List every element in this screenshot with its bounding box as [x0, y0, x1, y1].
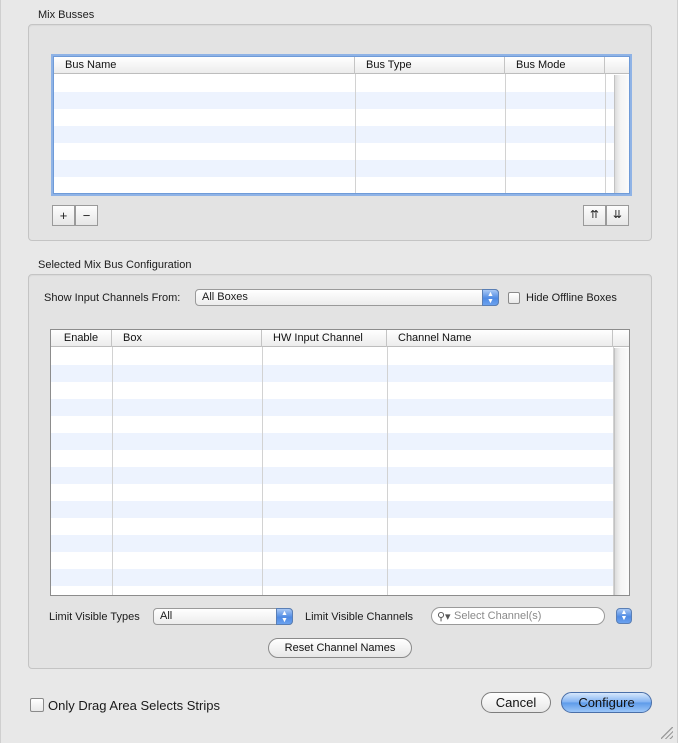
- channels-scrollbar[interactable]: [614, 348, 629, 595]
- column-filler: [605, 57, 629, 74]
- table-row[interactable]: [51, 518, 629, 535]
- channels-table[interactable]: Enable Box HW Input Channel Channel Name: [50, 329, 630, 596]
- resize-grip-icon[interactable]: [661, 727, 673, 739]
- cancel-button[interactable]: Cancel: [481, 692, 551, 713]
- table-row[interactable]: [51, 365, 629, 382]
- mix-busses-table-body: [54, 75, 629, 193]
- column-filler: [613, 330, 629, 347]
- table-row[interactable]: [54, 143, 629, 160]
- column-bus-name[interactable]: Bus Name: [54, 57, 355, 74]
- table-row[interactable]: [54, 177, 629, 193]
- drag-area-checkbox[interactable]: [30, 698, 44, 712]
- column-divider: [355, 74, 356, 193]
- column-divider: [605, 74, 606, 193]
- move-bus-up-button[interactable]: ⇈: [583, 205, 606, 226]
- mix-busses-table[interactable]: Bus Name Bus Type Bus Mode: [53, 56, 630, 194]
- show-from-value: All Boxes: [202, 291, 248, 303]
- table-row[interactable]: [51, 501, 629, 518]
- table-row[interactable]: [51, 535, 629, 552]
- show-from-popup[interactable]: All Boxes ▲ ▼: [195, 289, 499, 306]
- config-title: Selected Mix Bus Configuration: [38, 259, 192, 271]
- column-bus-mode[interactable]: Bus Mode: [505, 57, 605, 74]
- show-from-label: Show Input Channels From:: [44, 292, 181, 304]
- table-row[interactable]: [51, 450, 629, 467]
- limit-types-label: Limit Visible Types: [49, 611, 140, 623]
- remove-bus-button[interactable]: −: [75, 205, 98, 226]
- updown-arrows-icon: ▲ ▼: [482, 289, 499, 306]
- column-box[interactable]: Box: [112, 330, 262, 347]
- channel-search-placeholder: Select Channel(s): [454, 610, 542, 622]
- table-row[interactable]: [51, 467, 629, 484]
- table-row[interactable]: [51, 348, 629, 365]
- table-row[interactable]: [54, 75, 629, 92]
- channel-search-field[interactable]: ⚲▾ Select Channel(s): [431, 607, 605, 625]
- table-row[interactable]: [51, 399, 629, 416]
- column-divider: [387, 347, 388, 595]
- table-row[interactable]: [54, 92, 629, 109]
- mix-busses-table-header: Bus Name Bus Type Bus Mode: [54, 57, 629, 74]
- table-row[interactable]: [51, 552, 629, 569]
- table-row[interactable]: [54, 126, 629, 143]
- limit-types-popup[interactable]: All ▲ ▼: [153, 608, 293, 625]
- channel-stepper[interactable]: ▲ ▼: [616, 608, 632, 624]
- channels-table-body: [51, 348, 629, 595]
- add-bus-button[interactable]: +: [52, 205, 75, 226]
- updown-arrows-icon: ▲ ▼: [276, 608, 293, 625]
- table-row[interactable]: [54, 160, 629, 177]
- limit-channels-label: Limit Visible Channels: [305, 611, 414, 623]
- column-hw-input-channel[interactable]: HW Input Channel: [262, 330, 387, 347]
- mix-busses-title: Mix Busses: [38, 9, 95, 21]
- search-icon: ⚲▾: [437, 611, 451, 623]
- mix-busses-scrollbar[interactable]: [614, 75, 629, 193]
- move-bus-down-button[interactable]: ⇊: [606, 205, 629, 226]
- column-divider: [112, 347, 113, 595]
- column-bus-type[interactable]: Bus Type: [355, 57, 505, 74]
- hide-offline-label: Hide Offline Boxes: [526, 292, 617, 304]
- channels-table-header: Enable Box HW Input Channel Channel Name: [51, 330, 629, 347]
- limit-types-value: All: [160, 610, 173, 622]
- mix-bus-config-window: Mix Busses Bus Name Bus Type Bus Mode + …: [0, 0, 678, 743]
- configure-button[interactable]: Configure: [561, 692, 652, 713]
- drag-area-label: Only Drag Area Selects Strips: [48, 698, 220, 713]
- table-row[interactable]: [51, 433, 629, 450]
- column-channel-name[interactable]: Channel Name: [387, 330, 613, 347]
- reset-channel-names-button[interactable]: Reset Channel Names: [268, 638, 412, 658]
- table-row[interactable]: [51, 416, 629, 433]
- table-row[interactable]: [51, 484, 629, 501]
- table-row[interactable]: [54, 109, 629, 126]
- column-divider: [505, 74, 506, 193]
- table-row[interactable]: [51, 569, 629, 586]
- table-row[interactable]: [51, 382, 629, 399]
- column-enable[interactable]: Enable: [51, 330, 112, 347]
- column-divider: [262, 347, 263, 595]
- hide-offline-checkbox[interactable]: [508, 292, 520, 304]
